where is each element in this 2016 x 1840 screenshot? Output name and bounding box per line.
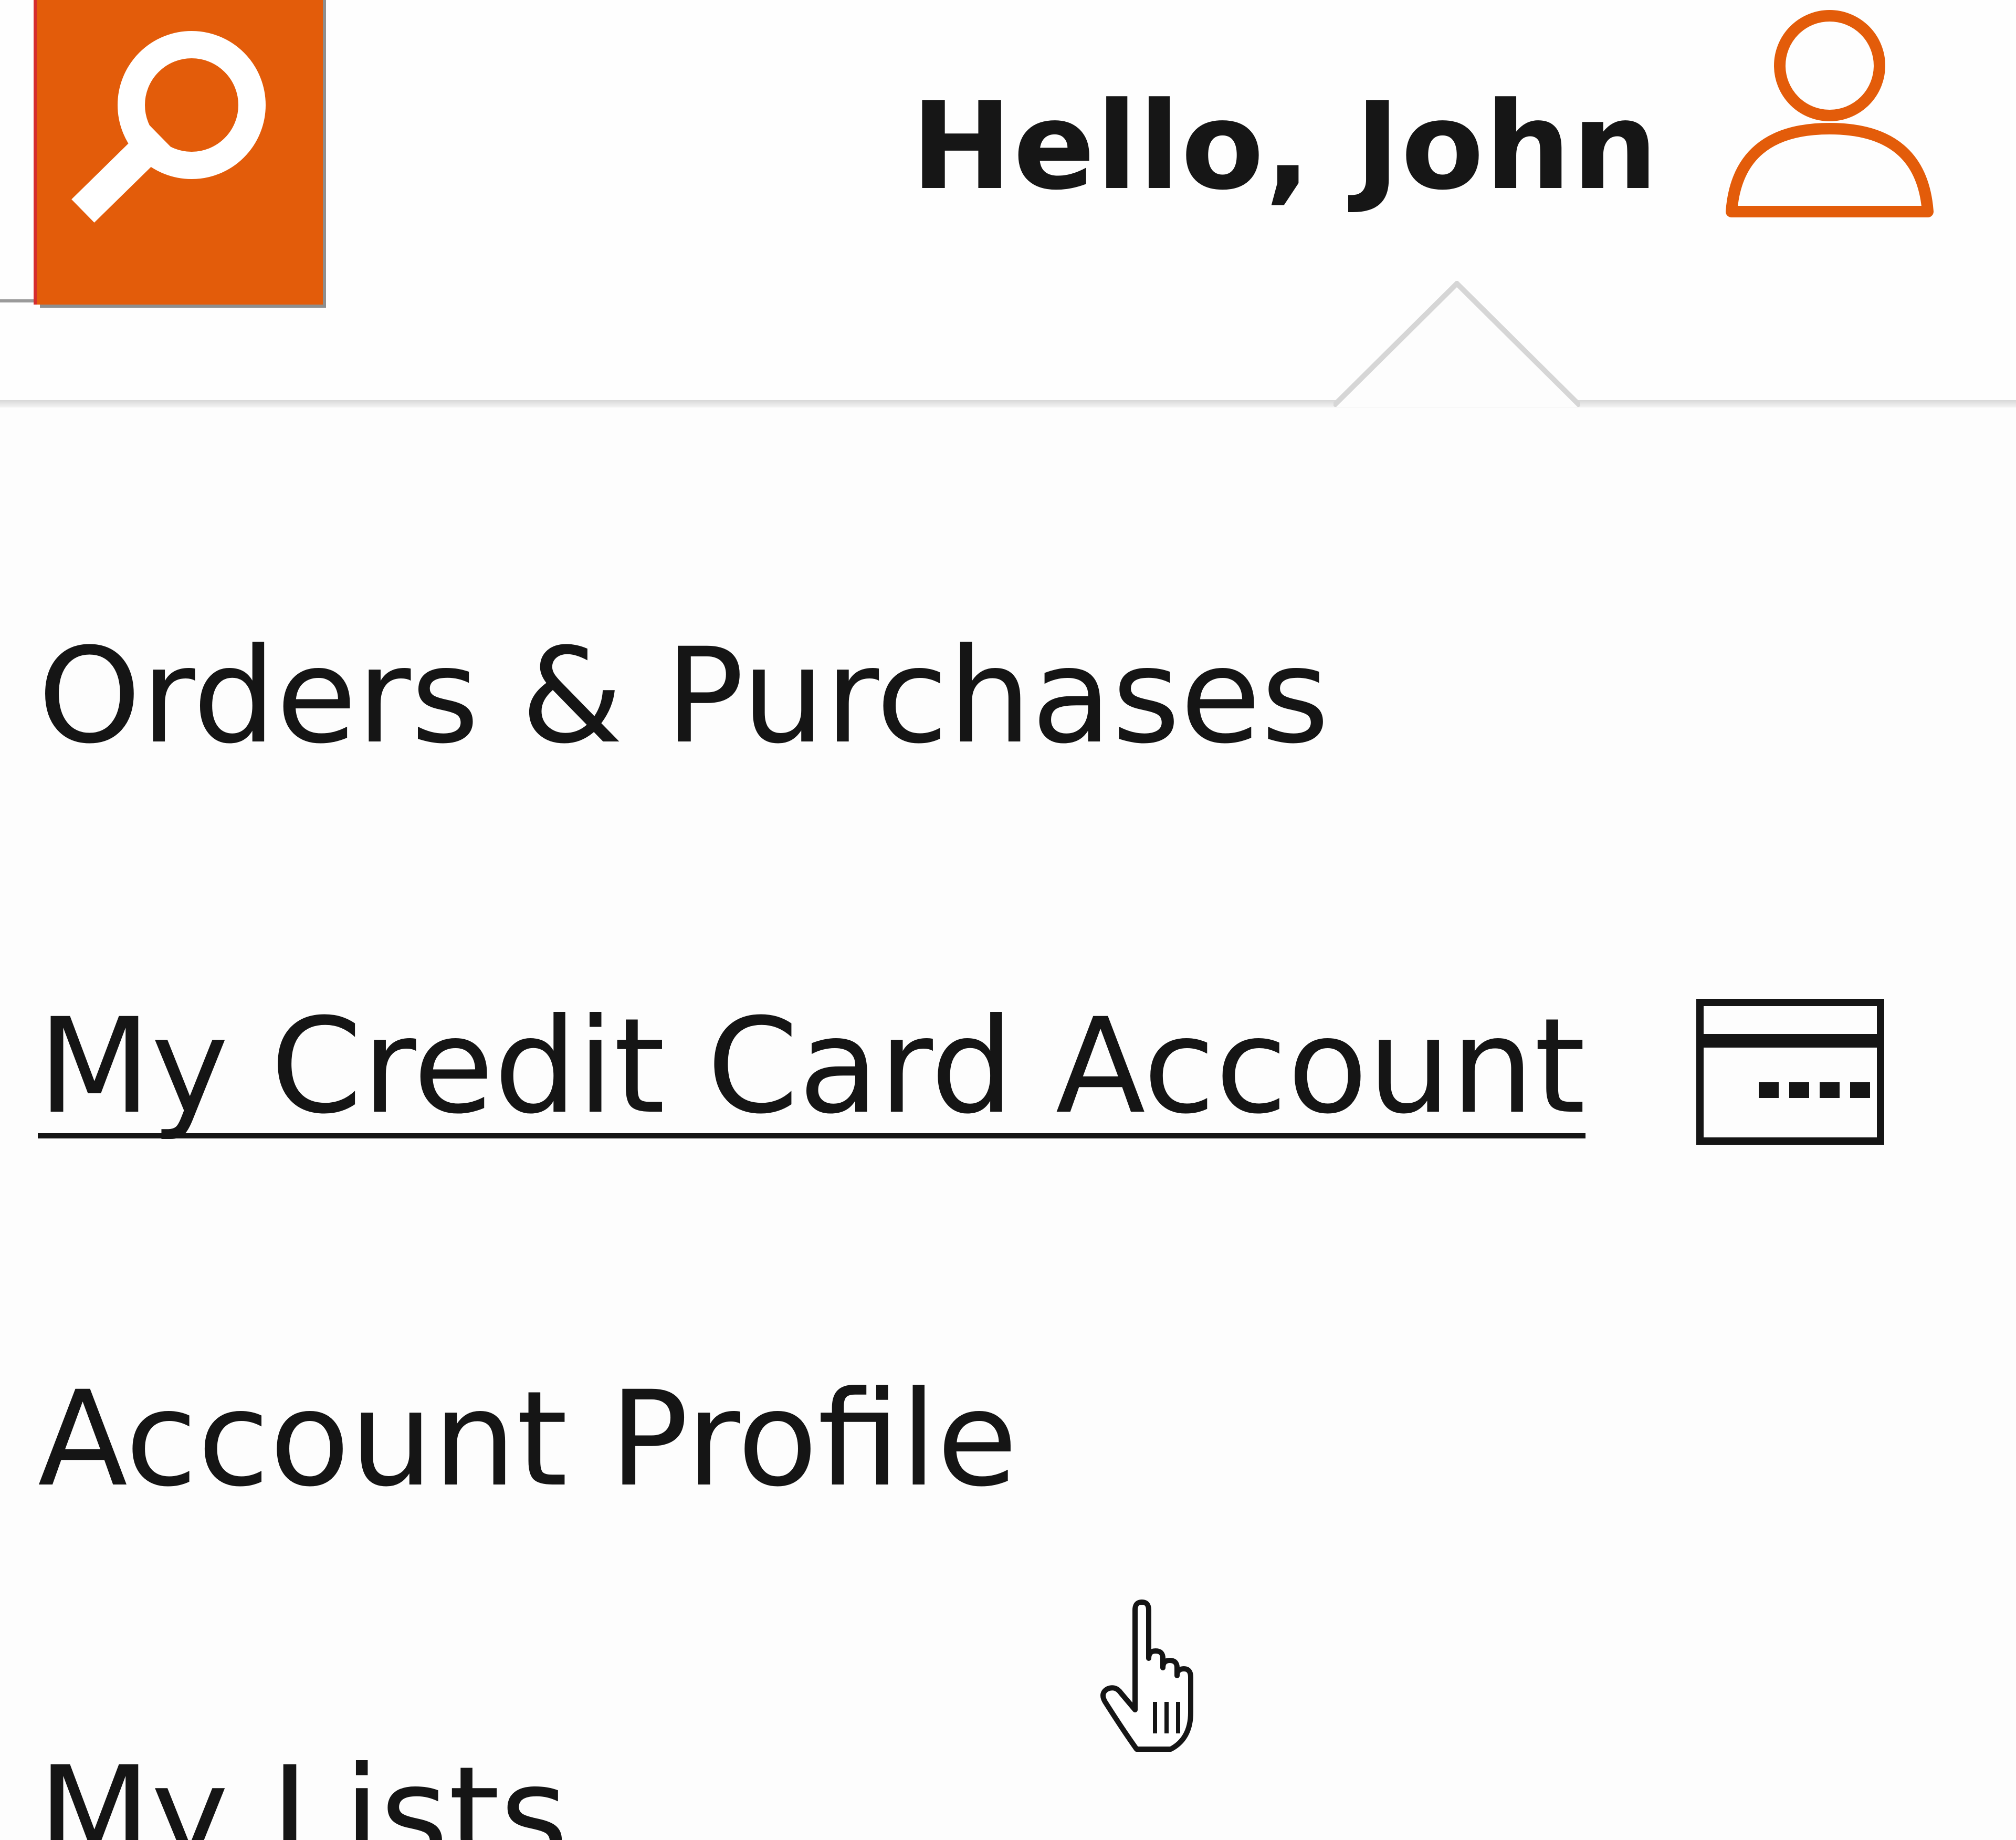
account-dropdown-screen: Hello, John Orders & Purchases My Credit… <box>0 0 2016 1840</box>
account-menu: Orders & Purchases My Credit Card Accoun… <box>0 407 2016 1840</box>
search-button[interactable] <box>37 0 323 305</box>
hand-pointer-icon <box>1100 1599 1193 1752</box>
menu-item-my-credit-card-account[interactable]: My Credit Card Account <box>38 988 1586 1145</box>
menu-item-account-profile[interactable]: Account Profile <box>38 1361 1017 1518</box>
credit-card-icon <box>1696 999 1884 1145</box>
menu-item-orders-purchases[interactable]: Orders & Purchases <box>38 618 1329 775</box>
greeting-text[interactable]: Hello, John <box>911 68 1659 226</box>
user-icon[interactable] <box>1717 5 1937 221</box>
search-input-edge[interactable] <box>0 299 40 302</box>
site-header: Hello, John <box>0 0 2016 404</box>
menu-item-label: My Credit Card Account <box>38 990 1586 1143</box>
dropdown-border <box>0 400 2016 407</box>
search-icon <box>71 31 266 223</box>
menu-item-my-lists[interactable]: My Lists <box>38 1736 568 1840</box>
dropdown-caret <box>1334 281 1580 407</box>
